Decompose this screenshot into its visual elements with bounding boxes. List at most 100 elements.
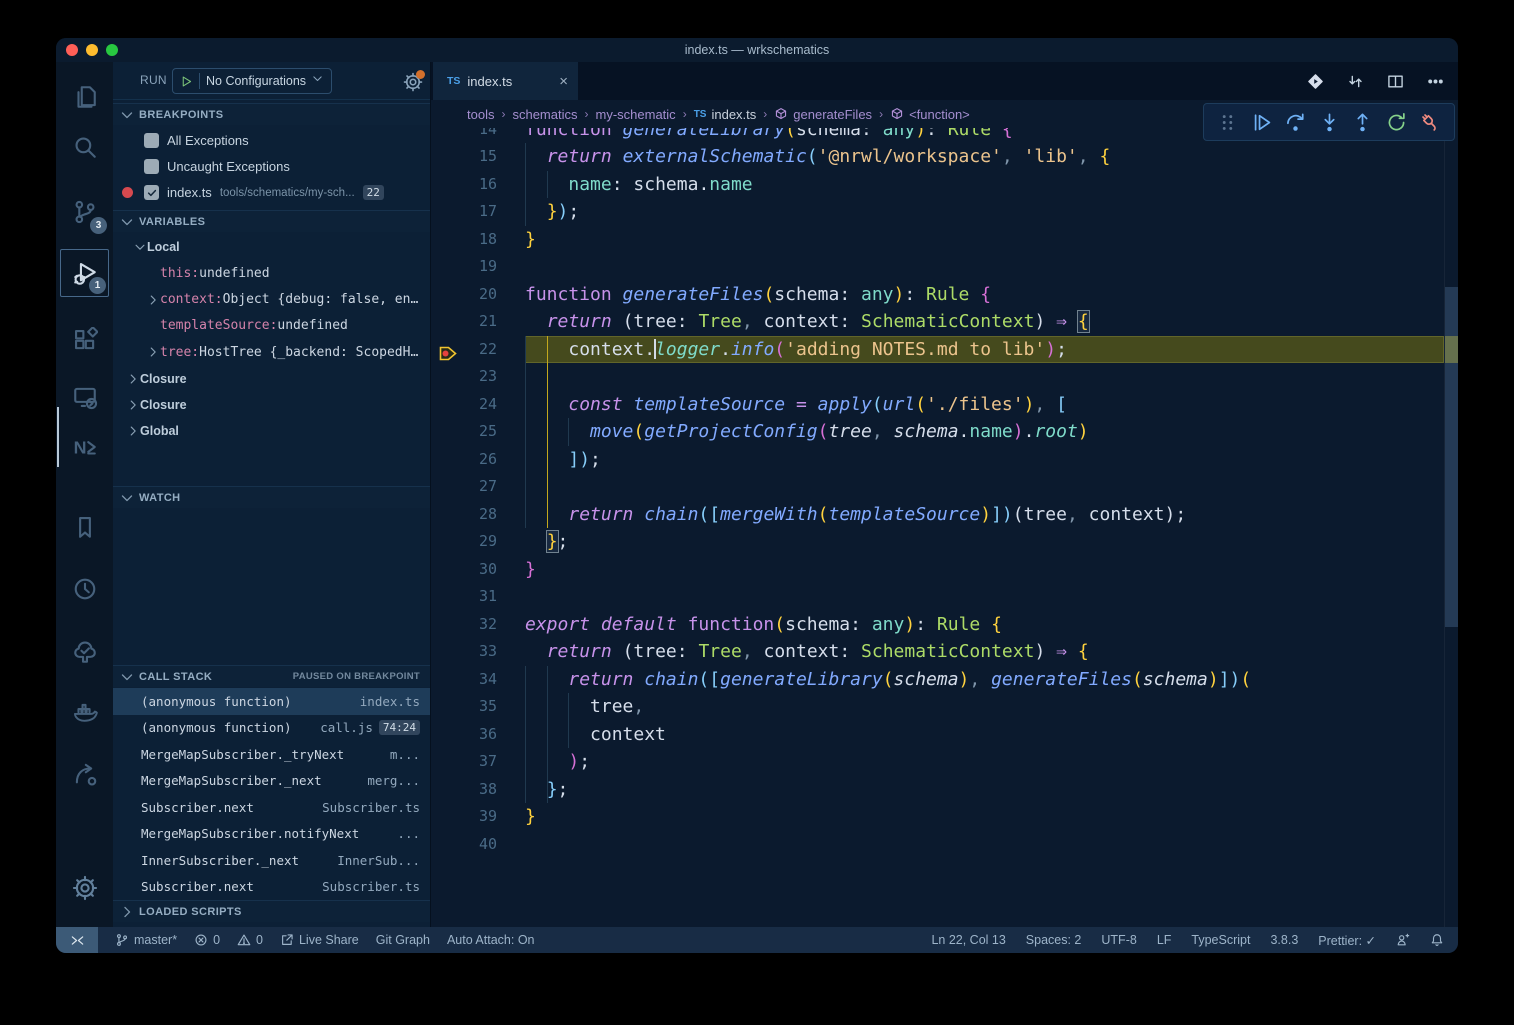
variables-section-header[interactable]: VARIABLES <box>113 210 430 232</box>
code-line[interactable]: 15 return externalSchematic('@nrwl/works… <box>431 143 1444 171</box>
line-number[interactable]: 20 <box>457 281 497 309</box>
line-number[interactable]: 35 <box>457 693 497 721</box>
line-number[interactable]: 18 <box>457 226 497 254</box>
callstack-frame[interactable]: MergeMapSubscriber._nextmerg... <box>113 768 430 795</box>
line-number[interactable]: 21 <box>457 308 497 336</box>
activity-docker-icon[interactable] <box>60 689 109 737</box>
code-line[interactable]: 18} <box>431 226 1444 254</box>
watch-section-header[interactable]: WATCH <box>113 486 430 508</box>
checkbox-unchecked[interactable] <box>144 159 159 174</box>
code-line[interactable]: 19 <box>431 253 1444 281</box>
activity-files-icon[interactable] <box>60 73 109 121</box>
code-line[interactable]: 30} <box>431 556 1444 584</box>
line-number[interactable]: 19 <box>457 253 497 281</box>
line-number[interactable]: 15 <box>457 143 497 171</box>
activity-run-debug-icon[interactable]: 1 <box>60 249 109 297</box>
line-number[interactable]: 28 <box>457 501 497 529</box>
code-line[interactable]: 29 }; <box>431 528 1444 556</box>
variable-row[interactable]: templateSource: undefined <box>113 313 430 339</box>
code-line[interactable]: 24 const templateSource = apply(url('./f… <box>431 391 1444 419</box>
activity-search-icon[interactable] <box>60 123 109 171</box>
status-item-prettier-[interactable]: Prettier: ✓ <box>1318 933 1376 948</box>
activity-history-icon[interactable] <box>60 565 109 613</box>
variable-row[interactable]: tree: HostTree {_backend: ScopedH… <box>113 339 430 365</box>
code-line[interactable]: 34 return chain([generateLibrary(schema)… <box>431 666 1444 694</box>
line-number[interactable]: 27 <box>457 473 497 501</box>
callstack-frame[interactable]: (anonymous function)call.js74:24 <box>113 715 430 742</box>
status-item-live-share[interactable]: Live Share <box>280 933 359 947</box>
code-line[interactable]: 38 }; <box>431 776 1444 804</box>
status-item-typescript[interactable]: TypeScript <box>1191 933 1250 947</box>
status-item-0[interactable]: 0 <box>194 933 220 947</box>
variable-row[interactable]: Closure <box>113 366 430 392</box>
compare-changes-icon[interactable] <box>1347 73 1364 90</box>
call-stack-section-header[interactable]: CALL STACK PAUSED ON BREAKPOINT <box>113 665 430 687</box>
code-line[interactable]: 39} <box>431 803 1444 831</box>
open-changes-icon[interactable] <box>1307 73 1324 90</box>
breakpoint-row[interactable]: index.tstools/schematics/my-sch...22 <box>113 180 430 206</box>
line-number[interactable]: 25 <box>457 418 497 446</box>
checkbox-unchecked[interactable] <box>144 133 159 148</box>
status-item-auto-attach-on[interactable]: Auto Attach: On <box>447 933 535 947</box>
line-number[interactable]: 26 <box>457 446 497 474</box>
line-number[interactable]: 17 <box>457 198 497 226</box>
line-number[interactable]: 37 <box>457 748 497 776</box>
feedback-icon[interactable] <box>1396 933 1410 947</box>
split-editor-icon[interactable] <box>1387 73 1404 90</box>
code-line[interactable]: 35 tree, <box>431 693 1444 721</box>
line-number[interactable]: 23 <box>457 363 497 391</box>
line-number[interactable]: 39 <box>457 803 497 831</box>
editor-scrollbar[interactable] <box>1444 128 1458 927</box>
step-into-button[interactable] <box>1319 112 1340 133</box>
code-line[interactable]: 21 return (tree: Tree, context: Schemati… <box>431 308 1444 336</box>
debug-configuration-picker[interactable]: No Configurations <box>172 68 332 94</box>
activity-nx-console-icon[interactable]: N <box>60 423 109 471</box>
status-item-master-[interactable]: master* <box>115 933 177 947</box>
restart-button[interactable] <box>1386 112 1407 133</box>
variable-row[interactable]: Global <box>113 418 430 444</box>
code-line[interactable]: 16 name: schema.name <box>431 171 1444 199</box>
code-line[interactable]: 32export default function(schema: any): … <box>431 611 1444 639</box>
line-number[interactable]: 29 <box>457 528 497 556</box>
code-editor[interactable]: 14function generateLibrary(schema: any):… <box>431 128 1458 927</box>
activity-source-control-icon[interactable]: 3 <box>60 188 109 236</box>
code-line[interactable]: 36 context <box>431 721 1444 749</box>
code-line[interactable]: 33 return (tree: Tree, context: Schemati… <box>431 638 1444 666</box>
breakpoints-section-header[interactable]: BREAKPOINTS <box>113 103 430 125</box>
line-number[interactable]: 32 <box>457 611 497 639</box>
status-item-3-8-3[interactable]: 3.8.3 <box>1270 933 1298 947</box>
activity-live-share-icon[interactable] <box>60 751 109 799</box>
more-actions-icon[interactable] <box>1427 73 1444 90</box>
line-number[interactable]: 38 <box>457 776 497 804</box>
line-number[interactable]: 16 <box>457 171 497 199</box>
line-number[interactable]: 30 <box>457 556 497 584</box>
line-number[interactable]: 36 <box>457 721 497 749</box>
line-number[interactable]: 33 <box>457 638 497 666</box>
code-line[interactable]: 25 move(getProjectConfig(tree, schema.na… <box>431 418 1444 446</box>
callstack-frame[interactable]: Subscriber.nextSubscriber.ts <box>113 794 430 821</box>
status-item-spaces-2[interactable]: Spaces: 2 <box>1026 933 1082 947</box>
breadcrumb-item[interactable]: tools <box>467 107 494 122</box>
activity-extensions-icon[interactable] <box>60 316 109 364</box>
step-out-button[interactable] <box>1352 112 1373 133</box>
breakpoint-row[interactable]: Uncaught Exceptions <box>113 153 430 179</box>
activity-bookmarks-icon[interactable] <box>60 503 109 551</box>
callstack-frame[interactable]: MergeMapSubscriber._tryNextm... <box>113 741 430 768</box>
close-tab-icon[interactable]: × <box>559 73 568 90</box>
line-number[interactable]: 22 <box>457 336 497 364</box>
debug-settings-gear-icon[interactable] <box>403 72 423 92</box>
breadcrumb-item[interactable]: <function> <box>890 107 970 122</box>
loaded-scripts-section-header[interactable]: LOADED SCRIPTS <box>113 900 430 922</box>
line-number[interactable]: 40 <box>457 831 497 859</box>
variable-row[interactable]: Local <box>113 234 430 260</box>
continue-button[interactable] <box>1251 112 1272 133</box>
breadcrumb-item[interactable]: generateFiles <box>774 107 872 122</box>
status-item-lf[interactable]: LF <box>1157 933 1172 947</box>
status-item-ln-22-col-13[interactable]: Ln 22, Col 13 <box>931 933 1005 947</box>
code-line[interactable]: 28 return chain([mergeWith(templateSourc… <box>431 501 1444 529</box>
breakpoint-row[interactable]: All Exceptions <box>113 127 430 153</box>
status-item-0[interactable]: 0 <box>237 933 263 947</box>
breadcrumb-item[interactable]: schematics <box>512 107 577 122</box>
variable-row[interactable]: this: undefined <box>113 260 430 286</box>
code-line[interactable]: 17 }); <box>431 198 1444 226</box>
